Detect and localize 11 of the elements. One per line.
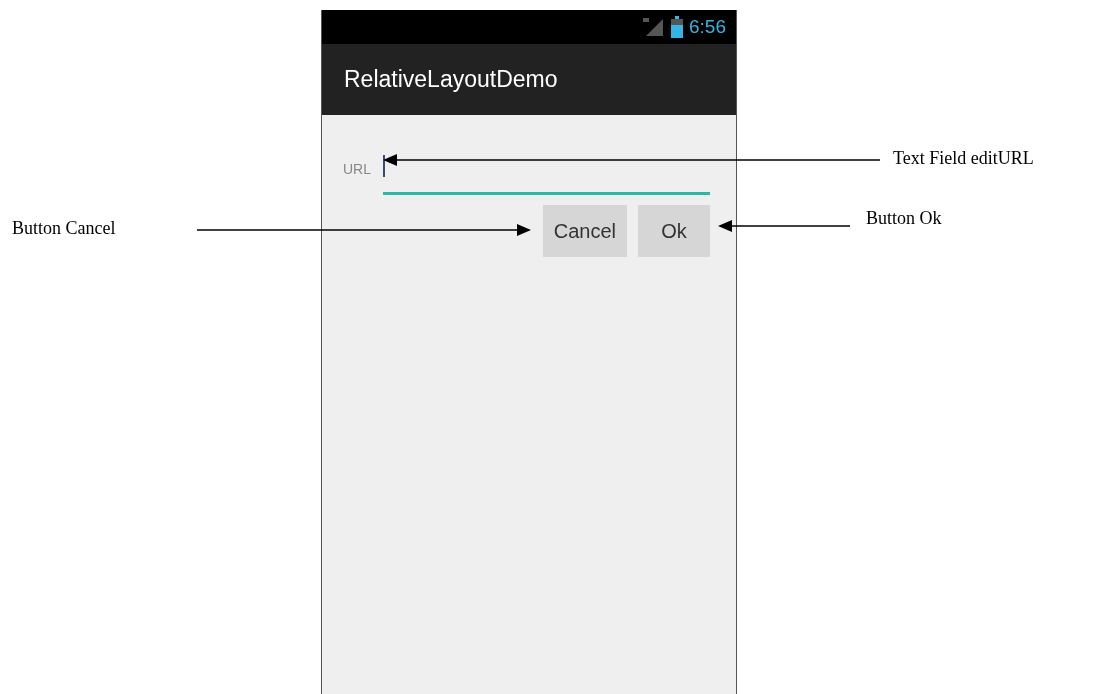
ok-button[interactable]: Ok bbox=[638, 205, 710, 257]
field-label: URL bbox=[343, 161, 372, 179]
battery-icon bbox=[671, 16, 683, 38]
signal-icon bbox=[641, 17, 665, 37]
annotation-label: Button Cancel bbox=[12, 218, 116, 239]
annotation-label: Text Field editURL bbox=[893, 148, 1034, 169]
app-title: RelativeLayoutDemo bbox=[344, 66, 558, 93]
clock: 6:56 bbox=[689, 16, 726, 38]
text-cursor bbox=[383, 155, 385, 177]
cancel-button[interactable]: Cancel bbox=[542, 205, 627, 257]
annotation-label: Button Ok bbox=[866, 208, 942, 229]
